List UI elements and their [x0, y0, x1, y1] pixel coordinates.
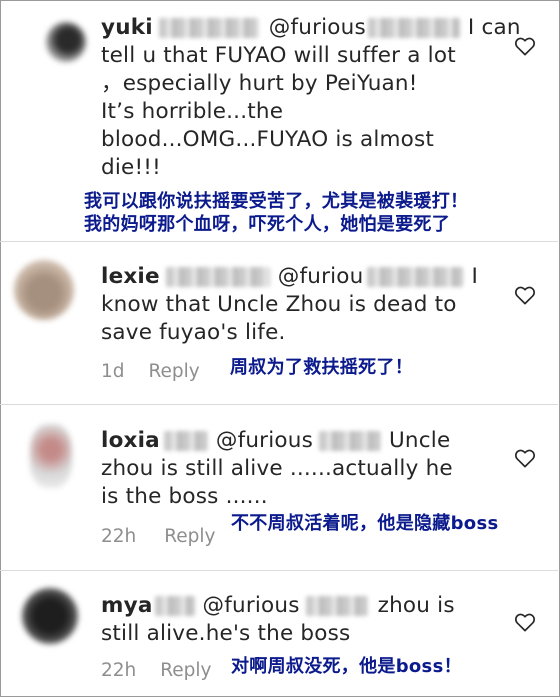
comment-meta: 22h Reply	[101, 660, 212, 681]
comment-line: is the boss ......	[101, 484, 268, 509]
comment-line: I	[471, 264, 479, 289]
heart-icon[interactable]	[514, 36, 536, 56]
comment-line: blood...OMG...FUYAO is almost	[101, 127, 435, 152]
avatar[interactable]	[14, 260, 74, 320]
comment-mention[interactable]: @furiou	[278, 264, 364, 289]
heart-icon[interactable]	[514, 448, 536, 468]
translation-caption: 对啊周叔没死，他是boss！	[231, 656, 462, 677]
comment-meta: 22h Reply	[101, 526, 216, 547]
comment-line: ，especially hurt by PeiYuan!	[101, 71, 418, 96]
redacted-blur	[367, 18, 460, 38]
comment-mention[interactable]: @furious	[216, 428, 313, 453]
comment-username[interactable]: loxia	[101, 428, 160, 453]
redacted-blur	[305, 596, 368, 616]
comment-line: tell u that FUYAO will suffer a lot	[101, 43, 456, 68]
comment-meta: 1d Reply	[101, 361, 200, 382]
comment-divider	[0, 404, 558, 405]
comment-text: mya @furious zhou is still alive.he's the …	[101, 592, 501, 648]
translation-caption: 我的妈呀那个血呀，吓死个人，她怕是要死了	[84, 214, 450, 235]
avatar[interactable]	[30, 424, 72, 488]
redacted-blur	[163, 431, 208, 451]
comment-line: I can	[467, 15, 521, 40]
translation-caption: 周叔为了救扶摇死了！	[230, 357, 413, 378]
comment-username[interactable]: lexie	[101, 264, 160, 289]
redacted-blur	[158, 18, 259, 38]
comment-text: loxia @furious Uncle zhou is still alive .…	[101, 427, 501, 511]
redacted-blur	[165, 267, 270, 287]
heart-icon[interactable]	[514, 612, 536, 632]
reply-link[interactable]: Reply	[164, 526, 215, 547]
comment-line: Uncle	[388, 428, 451, 453]
comment-line: zhou is	[377, 593, 455, 618]
redacted-blur	[318, 431, 381, 451]
comment-line: zhou is still alive ......actually he	[101, 456, 453, 481]
comment-line: It’s horrible...the	[101, 99, 284, 124]
comment-line: know that Uncle Zhou is dead to	[101, 292, 457, 317]
comment-text: yuki @furious I can tell u that FUYAO will…	[101, 14, 521, 182]
comment-line: save fuyao's life.	[101, 320, 286, 345]
redacted-blur	[154, 596, 195, 616]
comment-mention[interactable]: @furious	[203, 593, 300, 618]
translation-caption: 不不周叔活着呢，他是隐藏boss	[231, 513, 499, 534]
redacted-blur	[367, 267, 464, 287]
avatar[interactable]	[22, 588, 78, 644]
comment-divider	[0, 241, 558, 242]
avatar[interactable]	[46, 22, 86, 62]
reply-link[interactable]: Reply	[149, 361, 200, 382]
comment-username[interactable]: mya	[101, 593, 153, 618]
comment-timestamp: 22h	[101, 526, 137, 547]
reply-link[interactable]: Reply	[160, 660, 211, 681]
comment-timestamp: 1d	[101, 361, 125, 382]
comment-username[interactable]: yuki	[101, 15, 153, 40]
comment-divider	[0, 570, 558, 571]
comment-text: lexie @furiou I know that Uncle Zhou is de…	[101, 263, 501, 347]
comment-line: still alive.he's the boss	[101, 621, 351, 646]
comment-line: die!!!	[101, 155, 161, 180]
heart-icon[interactable]	[514, 285, 536, 305]
comment-mention[interactable]: @furious	[269, 15, 366, 40]
comment-timestamp: 22h	[101, 660, 137, 681]
